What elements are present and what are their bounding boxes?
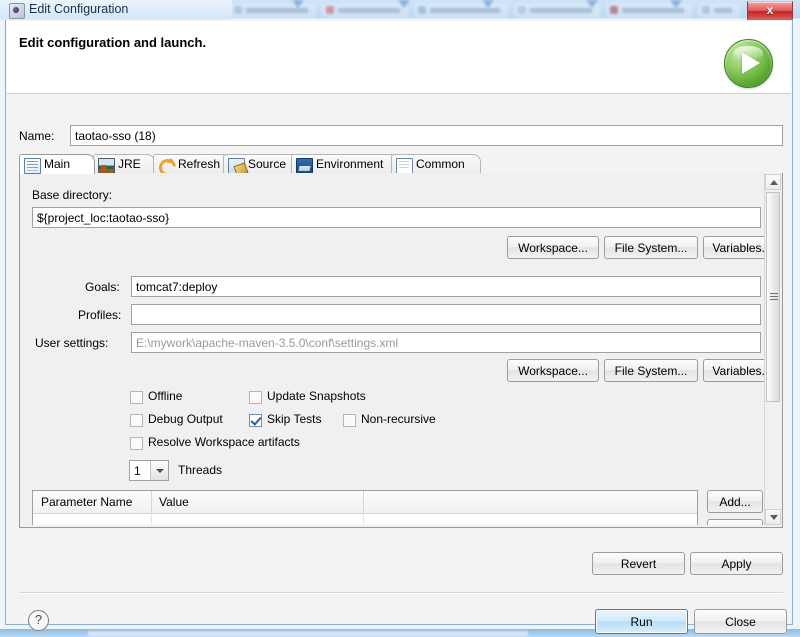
column-value: Value bbox=[159, 495, 189, 509]
parameters-table-header: Parameter Name Value bbox=[33, 491, 697, 514]
base-workspace-button[interactable]: Workspace... bbox=[507, 236, 599, 259]
debug-output-label: Debug Output bbox=[148, 412, 223, 426]
non-recursive-checkbox[interactable] bbox=[343, 414, 356, 427]
common-list-icon bbox=[396, 158, 413, 174]
tab-source[interactable]: Source bbox=[223, 154, 301, 174]
dialog-header: Edit configuration and launch. bbox=[7, 21, 791, 94]
settings-variables-button[interactable]: Variables... bbox=[703, 359, 766, 382]
content-vertical-scrollbar[interactable] bbox=[764, 174, 781, 525]
tab-common[interactable]: Common bbox=[391, 154, 481, 174]
skip-tests-checkbox[interactable] bbox=[249, 414, 262, 427]
window-title: Edit Configuration bbox=[29, 2, 129, 16]
skip-tests-label: Skip Tests bbox=[267, 412, 322, 426]
green-run-play-icon bbox=[724, 39, 773, 88]
footer-divider bbox=[19, 592, 783, 593]
add-parameter-button[interactable]: Add... bbox=[707, 490, 763, 513]
tab-source-label: Source bbox=[248, 157, 287, 171]
debug-output-checkbox[interactable] bbox=[130, 414, 143, 427]
chevron-down-icon[interactable] bbox=[150, 461, 168, 480]
settings-workspace-button[interactable]: Workspace... bbox=[507, 359, 599, 382]
resolve-workspace-artifacts-checkbox[interactable] bbox=[130, 437, 143, 450]
revert-button[interactable]: Revert bbox=[592, 552, 685, 575]
table-row[interactable] bbox=[33, 513, 697, 525]
title-bar: Edit Configuration x bbox=[0, 0, 800, 22]
scrollbar-thumb[interactable] bbox=[766, 192, 780, 402]
tab-environment-label: Environment bbox=[316, 157, 384, 171]
resolve-workspace-artifacts-label: Resolve Workspace artifacts bbox=[148, 435, 300, 449]
tab-refresh-label: Refresh bbox=[178, 157, 221, 171]
base-directory-input[interactable]: ${project_loc:taotao-sso} bbox=[32, 207, 761, 228]
environment-icon bbox=[296, 158, 313, 174]
close-icon: x bbox=[766, 3, 774, 17]
tab-jre[interactable]: JRE bbox=[93, 154, 155, 174]
apply-button[interactable]: Apply bbox=[690, 552, 783, 575]
edit-parameter-button[interactable]: Edit... bbox=[707, 519, 763, 525]
configuration-gear-icon bbox=[9, 3, 25, 19]
profiles-label: Profiles: bbox=[78, 308, 122, 322]
page-title: Edit configuration and launch. bbox=[19, 35, 207, 50]
close-button[interactable]: Close bbox=[694, 609, 787, 634]
refresh-arrows-icon bbox=[158, 158, 175, 172]
tab-common-label: Common bbox=[416, 157, 465, 171]
run-button[interactable]: Run bbox=[595, 609, 688, 634]
base-variables-button[interactable]: Variables... bbox=[703, 236, 766, 259]
threads-dropdown[interactable]: 1 bbox=[129, 460, 169, 481]
dialog-body: Edit configuration and launch. Name: tao… bbox=[5, 20, 793, 634]
tab-bar: Main JRE Refresh Source Environment Comm… bbox=[19, 154, 783, 174]
offline-checkbox[interactable] bbox=[130, 391, 143, 404]
profiles-input[interactable] bbox=[131, 304, 761, 325]
update-snapshots-label: Update Snapshots bbox=[267, 389, 366, 403]
update-snapshots-checkbox[interactable] bbox=[249, 391, 262, 404]
non-recursive-label: Non-recursive bbox=[361, 412, 436, 426]
parameters-table[interactable]: Parameter Name Value bbox=[32, 490, 698, 525]
tab-main-label: Main bbox=[44, 157, 71, 171]
main-tab-pane: Base directory: ${project_loc:taotao-sso… bbox=[21, 174, 766, 525]
main-document-icon bbox=[24, 158, 41, 174]
jre-library-icon bbox=[98, 158, 115, 174]
source-folder-icon bbox=[228, 158, 245, 174]
threads-label: Threads bbox=[178, 463, 223, 477]
window-close-button[interactable]: x bbox=[747, 1, 793, 22]
edit-configuration-window: Edit Configuration x Edit configuration … bbox=[0, 0, 800, 634]
tab-jre-label: JRE bbox=[118, 157, 141, 171]
goals-label: Goals: bbox=[85, 280, 120, 294]
scroll-up-arrow-icon[interactable] bbox=[765, 174, 781, 190]
user-settings-input[interactable]: E:\mywork\apache-maven-3.5.0\conf\settin… bbox=[131, 332, 761, 353]
settings-file-system-button[interactable]: File System... bbox=[604, 359, 698, 382]
goals-input[interactable]: tomcat7:deploy bbox=[131, 276, 761, 297]
tab-environment[interactable]: Environment bbox=[291, 154, 401, 174]
base-directory-label: Base directory: bbox=[32, 188, 113, 202]
help-button[interactable]: ? bbox=[28, 610, 49, 631]
scroll-down-arrow-icon[interactable] bbox=[765, 509, 781, 525]
name-label: Name: bbox=[19, 129, 55, 143]
name-input[interactable]: taotao-sso (18) bbox=[70, 125, 783, 146]
main-tab-content: Base directory: ${project_loc:taotao-sso… bbox=[19, 173, 783, 528]
base-file-system-button[interactable]: File System... bbox=[604, 236, 698, 259]
column-parameter-name: Parameter Name bbox=[41, 495, 133, 509]
threads-value: 1 bbox=[134, 464, 141, 478]
offline-label: Offline bbox=[148, 389, 183, 403]
configuration-name-row: Name: taotao-sso (18) bbox=[19, 125, 783, 147]
user-settings-label: User settings: bbox=[35, 336, 109, 350]
tab-main[interactable]: Main bbox=[19, 154, 95, 174]
